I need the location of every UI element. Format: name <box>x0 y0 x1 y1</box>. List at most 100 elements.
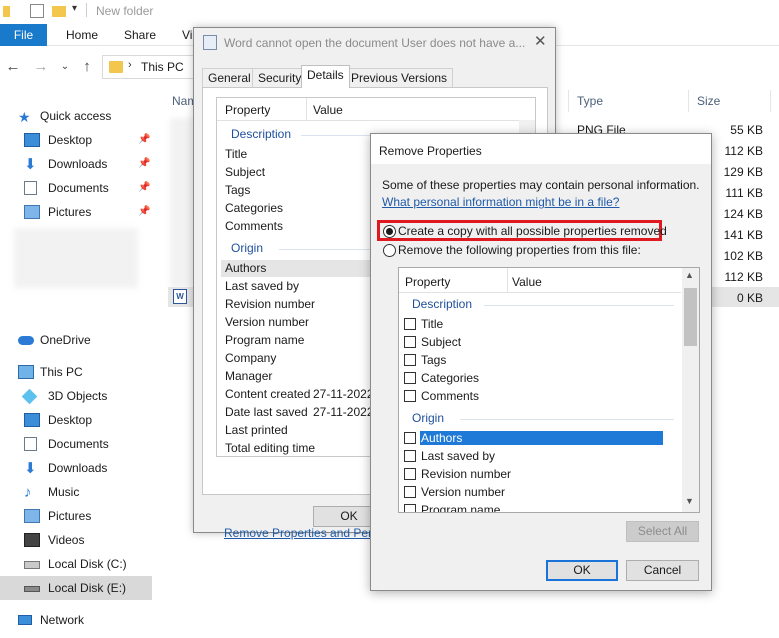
checkbox-row-program-name[interactable]: Program name <box>403 502 665 512</box>
nav-local-disk-e[interactable]: Local Disk (E:) <box>0 576 152 600</box>
column-header-size[interactable]: Size <box>697 94 720 108</box>
checkbox[interactable] <box>404 468 416 480</box>
nav-local-disk-c[interactable]: Local Disk (C:) <box>0 552 152 576</box>
property-tags: Tags <box>225 183 251 197</box>
drive-icon <box>24 586 40 592</box>
scroll-down-icon[interactable]: ▼ <box>685 496 694 506</box>
nav-this-pc[interactable]: This PC <box>0 360 152 384</box>
checkbox[interactable] <box>404 390 416 402</box>
checkbox-row-tags[interactable]: Tags <box>403 352 665 369</box>
radio-create-copy-label[interactable]: Create a copy with all possible properti… <box>398 224 667 238</box>
radio-remove-following[interactable] <box>383 244 396 257</box>
checkbox-row-title[interactable]: Title <box>403 316 665 333</box>
group-origin: Origin <box>412 411 674 425</box>
header-property[interactable]: Property <box>405 275 450 289</box>
checkbox-row-revision-number[interactable]: Revision number <box>403 466 665 483</box>
file-size: 55 KB <box>730 123 763 137</box>
header-property[interactable]: Property <box>225 103 270 117</box>
header-divider <box>306 98 307 120</box>
nav-network[interactable]: Network <box>0 608 152 632</box>
nav-downloads[interactable]: ⬇ Downloads <box>0 456 152 480</box>
checkbox-row-subject[interactable]: Subject <box>403 334 665 351</box>
nav-qa-documents[interactable]: Documents 📌 <box>0 176 152 200</box>
checkbox[interactable] <box>404 504 416 512</box>
tab-home[interactable]: Home <box>66 24 98 46</box>
tab-details[interactable]: Details <box>301 65 350 88</box>
checkbox-row-comments[interactable]: Comments <box>403 388 665 405</box>
info-text: Some of these properties may contain per… <box>382 178 700 192</box>
checkbox[interactable] <box>404 372 416 384</box>
checkbox[interactable] <box>404 486 416 498</box>
checkbox[interactable] <box>404 450 416 462</box>
tab-general[interactable]: General <box>202 68 257 87</box>
checkbox[interactable] <box>404 336 416 348</box>
property-last-saved-by: Last saved by <box>225 279 300 293</box>
checkbox[interactable] <box>404 354 416 366</box>
address-bar[interactable]: › This PC <box>102 55 202 79</box>
nav-desktop[interactable]: Desktop <box>0 408 152 432</box>
group-description: Description <box>412 297 674 311</box>
forward-arrow-icon[interactable]: → <box>32 58 50 76</box>
folder-icon <box>109 61 123 73</box>
nav-qa-pictures[interactable]: Pictures 📌 <box>0 200 152 224</box>
radio-create-copy[interactable] <box>383 225 396 238</box>
pin-icon[interactable]: 📌 <box>138 176 150 200</box>
property-authors[interactable]: Authors <box>225 261 266 275</box>
tab-security[interactable]: Security <box>252 68 308 87</box>
tab-file[interactable]: File <box>0 24 47 46</box>
pin-icon[interactable]: 📌 <box>138 200 150 224</box>
properties-icon[interactable] <box>30 4 44 18</box>
breadcrumb-this-pc[interactable]: This PC <box>141 60 184 74</box>
file-size: 102 KB <box>723 249 763 263</box>
back-arrow-icon[interactable]: ← <box>4 58 22 76</box>
tab-previous-versions[interactable]: Previous Versions <box>345 68 454 87</box>
file-size: 0 KB <box>736 291 763 305</box>
cloud-icon <box>18 336 34 345</box>
column-header-type[interactable]: Type <box>577 94 603 108</box>
remove-list-header: Property Value <box>399 268 681 293</box>
pin-icon[interactable]: 📌 <box>138 128 150 152</box>
checkbox-row-categories[interactable]: Categories <box>403 370 665 387</box>
file-size: 124 KB <box>723 207 763 221</box>
pin-icon[interactable]: 📌 <box>138 152 150 176</box>
close-icon[interactable]: ✕ <box>534 32 547 50</box>
property-title: Title <box>225 147 248 161</box>
scrollbar[interactable]: ▲ ▼ <box>682 268 699 512</box>
property-last-printed: Last printed <box>225 423 288 437</box>
checkbox[interactable] <box>404 432 416 444</box>
nav-onedrive[interactable]: OneDrive <box>0 328 152 352</box>
tab-view[interactable]: Vi <box>182 24 192 46</box>
nav-qa-downloads[interactable]: ⬇ Downloads 📌 <box>0 152 152 176</box>
personal-info-link[interactable]: What personal information might be in a … <box>382 195 619 209</box>
header-value[interactable]: Value <box>313 103 343 117</box>
nav-videos[interactable]: Videos <box>0 528 152 552</box>
nav-qa-desktop[interactable]: Desktop 📌 <box>0 128 152 152</box>
customize-qa-chevron-icon[interactable]: ▾ <box>72 3 86 17</box>
nav-quick-access[interactable]: ★ Quick access <box>0 104 152 128</box>
cancel-button[interactable]: Cancel <box>626 560 699 581</box>
ok-button[interactable]: OK <box>546 560 618 581</box>
header-value[interactable]: Value <box>512 275 542 289</box>
property-revision-number: Revision number <box>225 297 316 311</box>
checkbox-row-version-number[interactable]: Version number <box>403 484 665 501</box>
checkbox[interactable] <box>404 318 416 330</box>
checkbox-row-authors[interactable]: Authors <box>403 430 665 447</box>
breadcrumb-chevron-icon[interactable]: › <box>128 59 132 71</box>
nav-pictures[interactable]: Pictures <box>0 504 152 528</box>
radio-remove-following-label[interactable]: Remove the following properties from thi… <box>398 243 641 257</box>
recent-chevron-icon[interactable]: ⌄ <box>56 58 74 76</box>
header-divider <box>507 268 508 292</box>
up-arrow-icon[interactable]: ↑ <box>78 58 96 76</box>
scroll-up-icon[interactable]: ▲ <box>685 270 694 280</box>
select-all-button[interactable]: Select All <box>626 521 699 542</box>
new-folder-icon[interactable] <box>52 6 66 17</box>
remove-property-list[interactable]: Property Value Description Title Subject… <box>398 267 700 513</box>
tab-share[interactable]: Share <box>124 24 156 46</box>
checkbox-row-last-saved-by[interactable]: Last saved by <box>403 448 665 465</box>
nav-music[interactable]: ♪ Music <box>0 480 152 504</box>
titlebar-divider <box>86 3 87 17</box>
nav-3d-objects[interactable]: 3D Objects <box>0 384 152 408</box>
file-size: 112 KB <box>724 144 763 158</box>
nav-documents[interactable]: Documents <box>0 432 152 456</box>
scrollbar-thumb[interactable] <box>684 288 697 346</box>
